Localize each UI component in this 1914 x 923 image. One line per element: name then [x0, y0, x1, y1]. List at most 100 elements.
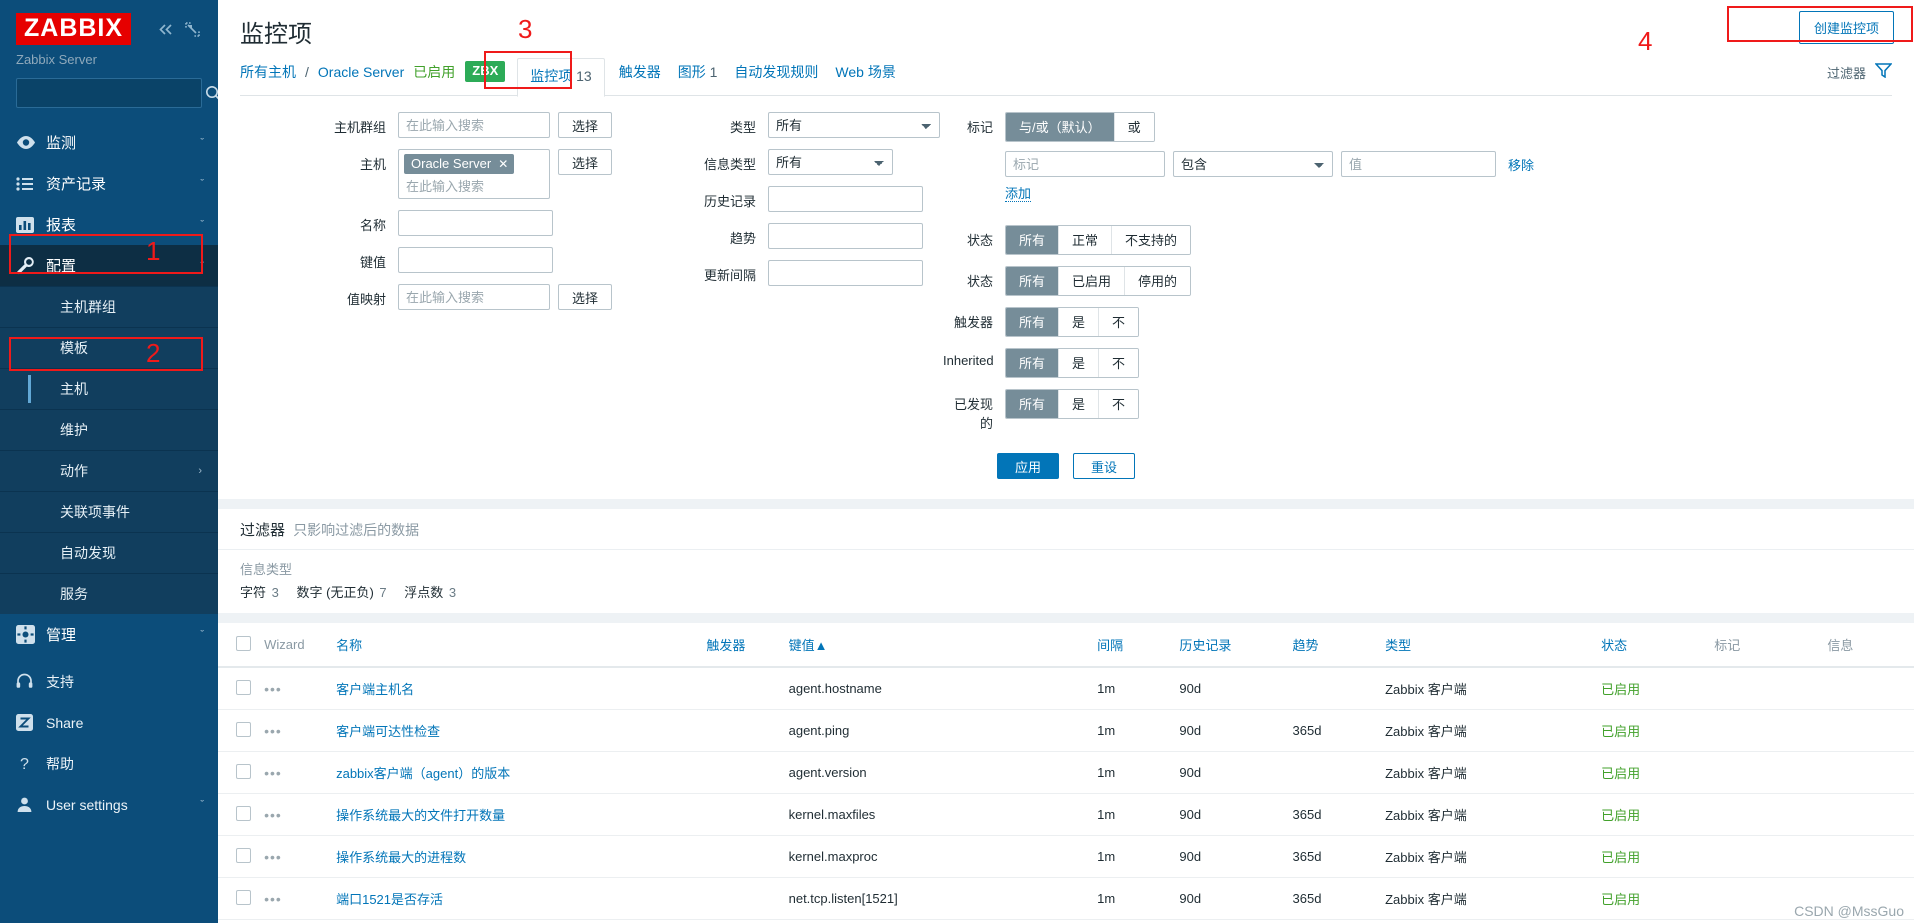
discovered-option-no[interactable]: 不	[1098, 390, 1139, 418]
tag-add-link[interactable]: 添加	[1005, 186, 1032, 202]
host-status-badge[interactable]: 已启用	[413, 62, 465, 93]
row-checkbox[interactable]	[236, 847, 251, 863]
wizard-menu-icon[interactable]: •••	[264, 807, 282, 823]
tab-graphs[interactable]: 图形 1	[670, 62, 727, 93]
sidebar-item-share[interactable]: Share	[0, 702, 218, 743]
sidebar-item-reports[interactable]: 报表 ˇ	[0, 204, 218, 245]
reset-button[interactable]: 重设	[1073, 453, 1136, 479]
item-name-link[interactable]: 端口1521是否存活	[336, 892, 443, 907]
triggers-segmented[interactable]: 所有 是 不	[1005, 307, 1140, 337]
sidebar-item-user-settings[interactable]: User settings ˇ	[0, 784, 218, 825]
select-all-checkbox[interactable]	[236, 635, 251, 651]
zabbix-logo[interactable]: ZABBIX	[16, 13, 132, 45]
info-type-select[interactable]: 所有	[768, 149, 893, 175]
sidebar-item-templates[interactable]: 模板	[0, 327, 218, 368]
item-name-link[interactable]: 操作系统最大的进程数	[336, 850, 466, 865]
status-segmented[interactable]: 所有 已启用 停用的	[1005, 266, 1192, 296]
status-badge[interactable]: 已启用	[1601, 808, 1640, 823]
inherited-option-all[interactable]: 所有	[1006, 349, 1059, 377]
type-select[interactable]: 所有	[768, 112, 940, 138]
wizard-menu-icon[interactable]: •••	[264, 765, 282, 781]
host-chip[interactable]: Oracle Server ✕	[404, 154, 515, 174]
tag-operator-select[interactable]: 包含	[1173, 151, 1333, 177]
subfilter-value[interactable]: 数字 (无正负) 7	[297, 585, 391, 600]
row-checkbox[interactable]	[236, 805, 251, 821]
triggers-option-no[interactable]: 不	[1098, 308, 1139, 336]
value-map-select-button[interactable]: 选择	[558, 284, 613, 310]
sidebar-item-configuration[interactable]: 配置 ˆ	[0, 245, 218, 286]
status-option-disabled[interactable]: 停用的	[1124, 267, 1191, 295]
tags-operator-andor[interactable]: 与/或（默认）	[1006, 113, 1114, 141]
sidebar-item-help[interactable]: ? 帮助	[0, 743, 218, 784]
th-trends[interactable]: 趋势	[1286, 623, 1380, 668]
item-name-link[interactable]: 操作系统最大的文件打开数量	[336, 808, 505, 823]
row-checkbox[interactable]	[236, 763, 251, 779]
history-input[interactable]	[768, 186, 923, 212]
breadcrumb-all-hosts[interactable]: 所有主机	[240, 62, 305, 93]
sidebar-item-monitoring[interactable]: 监测 ˇ	[0, 122, 218, 163]
status-badge[interactable]: 已启用	[1601, 682, 1640, 697]
wizard-menu-icon[interactable]: •••	[264, 681, 282, 697]
close-icon[interactable]: ✕	[498, 157, 508, 171]
sidebar-item-correlation[interactable]: 关联项事件	[0, 491, 218, 532]
state-segmented[interactable]: 所有 正常 不支持的	[1005, 225, 1192, 255]
th-triggers[interactable]: 触发器	[700, 623, 783, 668]
collapse-sidebar-icon[interactable]	[157, 22, 174, 37]
key-input[interactable]	[398, 247, 553, 273]
inherited-option-yes[interactable]: 是	[1058, 349, 1099, 377]
sidebar-item-administration[interactable]: 管理 ˇ	[0, 614, 218, 655]
tab-items[interactable]: 监控项 13	[517, 58, 605, 97]
name-input[interactable]	[398, 210, 553, 236]
search-icon[interactable]	[205, 85, 218, 102]
row-checkbox[interactable]	[236, 889, 251, 905]
triggers-option-yes[interactable]: 是	[1058, 308, 1099, 336]
hosts-multiselect[interactable]: Oracle Server ✕	[398, 149, 550, 199]
triggers-option-all[interactable]: 所有	[1006, 308, 1059, 336]
sidebar-item-actions[interactable]: 动作 ›	[0, 450, 218, 491]
tag-remove-button[interactable]: 移除	[1504, 155, 1538, 174]
expand-icon[interactable]	[185, 21, 200, 37]
tab-web-scenarios[interactable]: Web 场景	[827, 62, 904, 93]
tags-operator-or[interactable]: 或	[1113, 113, 1154, 141]
sidebar-item-maintenance[interactable]: 维护	[0, 409, 218, 450]
discovered-option-all[interactable]: 所有	[1006, 390, 1059, 418]
discovered-option-yes[interactable]: 是	[1058, 390, 1099, 418]
status-badge[interactable]: 已启用	[1601, 766, 1640, 781]
th-history[interactable]: 历史记录	[1173, 623, 1287, 668]
breadcrumb-host[interactable]: Oracle Server	[318, 64, 413, 91]
wizard-menu-icon[interactable]: •••	[264, 849, 282, 865]
state-option-unsupported[interactable]: 不支持的	[1111, 226, 1191, 254]
inherited-option-no[interactable]: 不	[1098, 349, 1139, 377]
status-badge[interactable]: 已启用	[1601, 850, 1640, 865]
search-input[interactable]	[25, 84, 205, 102]
tags-operator-segmented[interactable]: 与/或（默认） 或	[1005, 112, 1155, 142]
hosts-select-button[interactable]: 选择	[558, 149, 613, 175]
wizard-menu-icon[interactable]: •••	[264, 723, 282, 739]
apply-button[interactable]: 应用	[996, 453, 1059, 479]
trends-input[interactable]	[768, 223, 923, 249]
tab-triggers[interactable]: 触发器	[605, 62, 670, 93]
th-name[interactable]: 名称	[330, 623, 701, 668]
inherited-segmented[interactable]: 所有 是 不	[1005, 348, 1140, 378]
subfilter-value[interactable]: 字符 3	[240, 585, 283, 600]
sidebar-item-hosts[interactable]: 主机	[0, 368, 218, 409]
zbx-availability-badge[interactable]: ZBX	[465, 61, 506, 82]
row-checkbox[interactable]	[236, 721, 251, 737]
sidebar-search[interactable]	[16, 78, 218, 108]
sidebar-item-support[interactable]: 支持	[0, 661, 218, 702]
host-groups-select-button[interactable]: 选择	[558, 112, 613, 138]
tag-value-input[interactable]	[1341, 151, 1496, 177]
wizard-menu-icon[interactable]: •••	[264, 891, 282, 907]
tab-discovery-rules[interactable]: 自动发现规则	[726, 62, 827, 93]
sidebar-item-inventory[interactable]: 资产记录 ˇ	[0, 163, 218, 204]
sidebar-item-host-groups[interactable]: 主机群组	[0, 286, 218, 327]
status-badge[interactable]: 已启用	[1601, 724, 1640, 739]
th-interval[interactable]: 间隔	[1091, 623, 1174, 668]
update-interval-input[interactable]	[768, 260, 923, 286]
sidebar-item-discovery[interactable]: 自动发现	[0, 532, 218, 573]
state-option-normal[interactable]: 正常	[1058, 226, 1112, 254]
filter-toggle[interactable]: 过滤器	[1827, 63, 1893, 92]
hosts-input[interactable]	[404, 177, 544, 195]
value-map-input[interactable]	[398, 284, 550, 310]
th-key[interactable]: 键值▲	[782, 623, 1092, 668]
